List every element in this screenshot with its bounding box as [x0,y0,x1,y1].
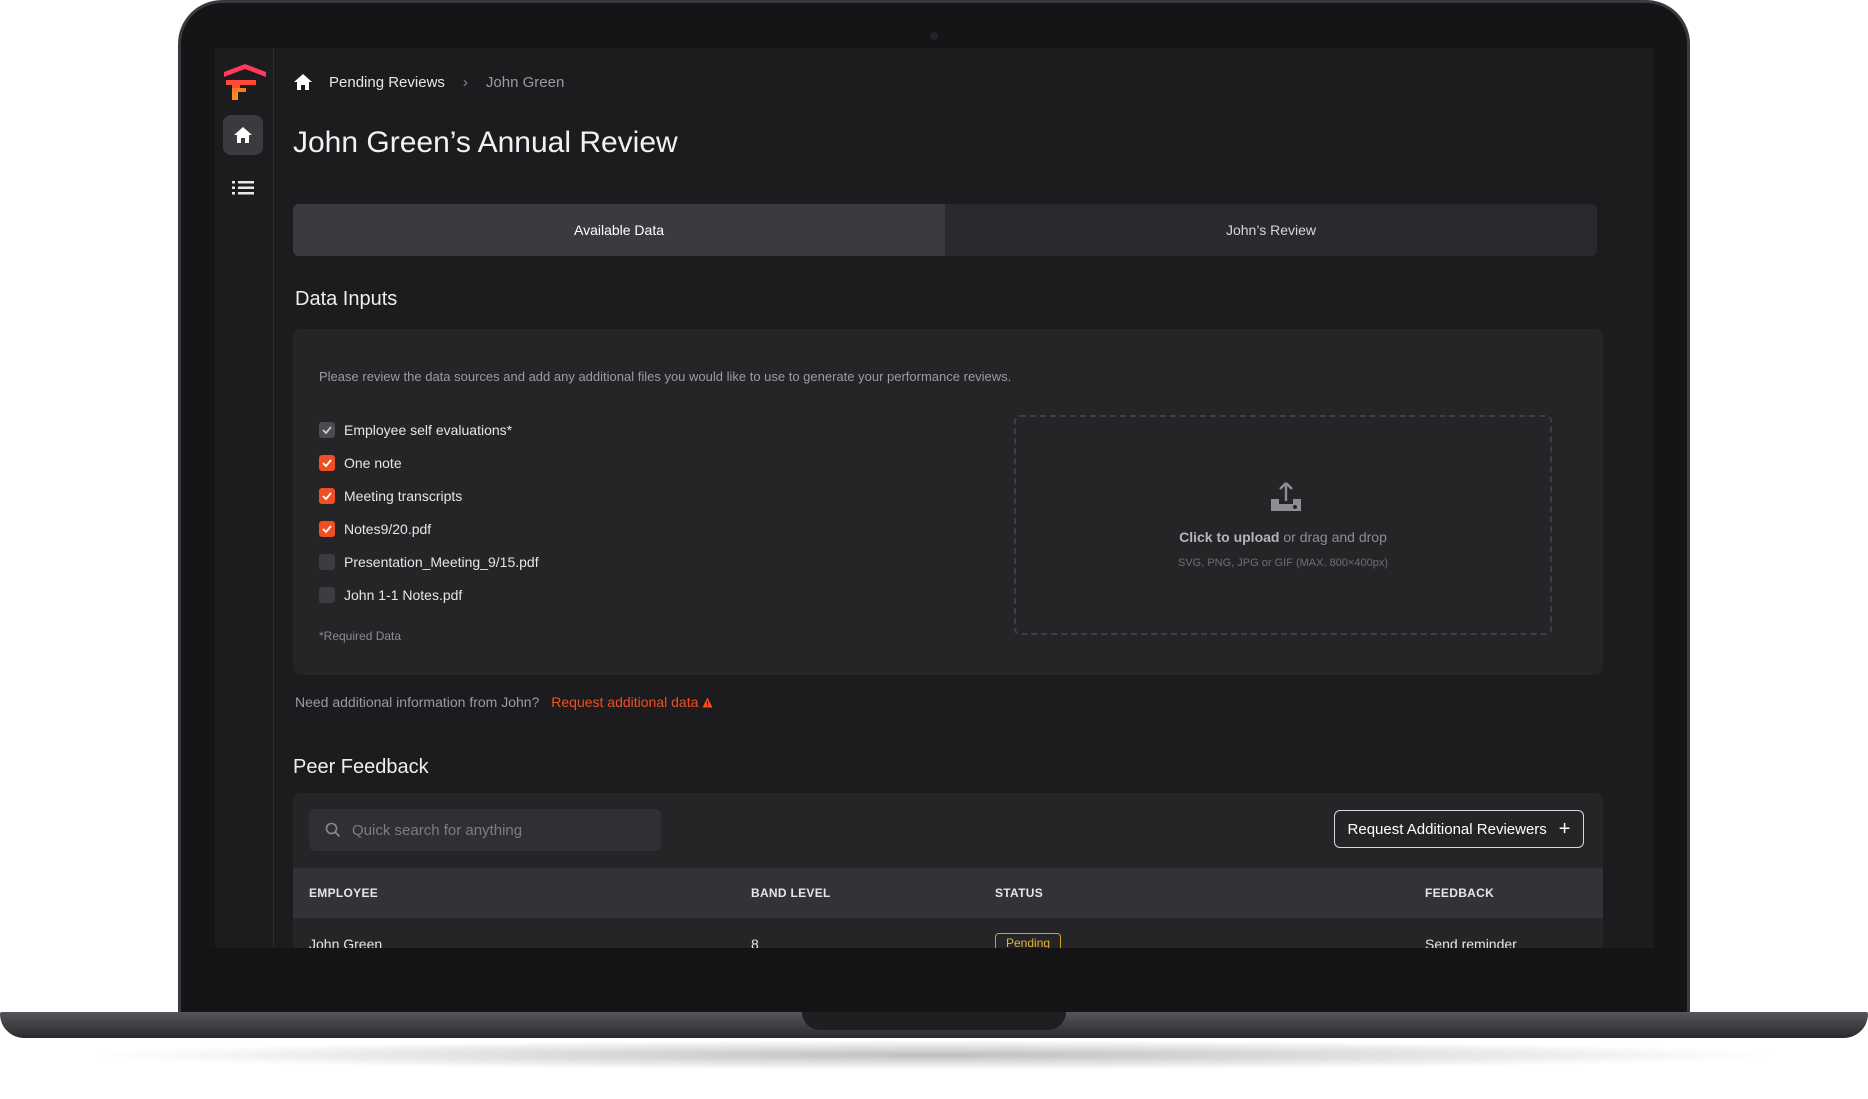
data-inputs-description: Please review the data sources and add a… [319,369,1012,384]
cell-employee: John Green [309,936,383,948]
check-icon [322,458,332,467]
plus-icon: + [1558,818,1571,840]
chevron-right-icon: › [462,73,468,91]
checkbox[interactable] [319,586,335,603]
status-badge-label: Pending [995,933,1062,948]
data-source-item[interactable]: Meeting transcripts [319,479,539,512]
check-icon [322,425,332,434]
data-source-label: Notes9/20.pdf [344,520,432,537]
table-header: EMPLOYEE BAND LEVEL STATUS FEEDBACK [293,868,1603,918]
upload-icon [1271,482,1301,511]
nav-home[interactable] [223,115,263,155]
search-input[interactable] [350,820,654,840]
request-reviewers-button[interactable]: Request Additional Reviewers + [1334,810,1584,848]
cell-band-level: 8 [751,936,759,948]
data-source-item[interactable]: One note [319,446,539,479]
tab-available-data[interactable]: Available Data [293,204,945,256]
page-title: John Green’s Annual Review [293,126,678,159]
nav-list[interactable] [223,168,263,208]
tab-johns-review[interactable]: John’s Review [945,204,1597,256]
request-reviewers-label: Request Additional Reviewers [1347,820,1547,838]
need-info: Need additional information from John? R… [295,694,713,710]
search-icon [325,822,341,838]
data-inputs-title: Data Inputs [295,288,398,310]
data-source-item[interactable]: Presentation_Meeting_9/15.pdf [319,545,539,578]
laptop-camera [930,32,938,40]
column-status[interactable]: STATUS [995,886,1043,900]
data-source-item[interactable]: Notes9/20.pdf [319,512,539,545]
column-feedback[interactable]: FEEDBACK [1425,886,1494,900]
peer-feedback-title: Peer Feedback [293,756,429,778]
breadcrumb-pending-reviews[interactable]: Pending Reviews [329,74,445,91]
laptop-shadow [80,1040,1788,1070]
data-source-item[interactable]: John 1-1 Notes.pdf [319,578,539,611]
status-badge: Pending [995,933,1062,948]
data-inputs-card: Please review the data sources and add a… [293,329,1603,675]
sidebar [215,48,274,948]
checkbox[interactable] [319,421,335,438]
column-employee[interactable]: EMPLOYEE [309,886,378,900]
required-note: *Required Data [319,629,402,643]
checkbox[interactable] [319,553,335,570]
upload-click-link[interactable]: Click to upload [1179,529,1279,545]
request-additional-data-label: Request additional data [551,694,699,710]
home-icon [234,127,252,143]
checkbox[interactable] [319,487,335,504]
send-reminder-link[interactable]: Send reminder [1425,936,1517,948]
data-source-list: Employee self evaluations* One note Meet… [319,413,539,611]
data-source-label: One note [344,454,402,471]
check-icon [322,524,332,533]
breadcrumb: Pending Reviews › John Green [293,72,564,92]
search-box[interactable] [309,809,661,851]
main-content: Pending Reviews › John Green John Green’… [293,48,1633,948]
upload-formats: SVG, PNG, JPG or GIF (MAX. 800×400px) [1178,557,1388,569]
request-additional-data-link[interactable]: Request additional data [551,694,713,710]
upload-dropzone[interactable]: Click to upload or drag and drop SVG, PN… [1014,415,1552,635]
need-info-question: Need additional information from John? [295,694,540,710]
app-screen: Pending Reviews › John Green John Green’… [215,48,1654,948]
logo-icon[interactable] [222,62,268,102]
checkbox[interactable] [319,454,335,471]
data-source-label: John 1-1 Notes.pdf [344,586,463,603]
upload-drag-text: or drag and drop [1279,529,1387,545]
table-row[interactable]: John Green 8 Pending Send reminder [293,918,1603,948]
column-band-level[interactable]: BAND LEVEL [751,886,831,900]
upload-instructions: Click to upload or drag and drop [1016,529,1550,545]
checkbox[interactable] [319,520,335,537]
breadcrumb-home-icon[interactable] [293,72,313,92]
data-source-label: Meeting transcripts [344,487,463,504]
check-icon [322,491,332,500]
tab-bar: Available Data John’s Review [293,204,1597,256]
list-icon [232,181,254,195]
data-source-label: Presentation_Meeting_9/15.pdf [344,553,539,570]
laptop-base-notch [802,1012,1066,1030]
data-source-label: Employee self evaluations* [344,421,513,438]
peer-feedback-panel: Request Additional Reviewers + EMPLOYEE … [293,793,1603,948]
laptop-bezel [186,948,1684,1012]
data-source-item[interactable]: Employee self evaluations* [319,413,539,446]
breadcrumb-current: John Green [485,73,565,91]
warning-icon [702,697,713,708]
